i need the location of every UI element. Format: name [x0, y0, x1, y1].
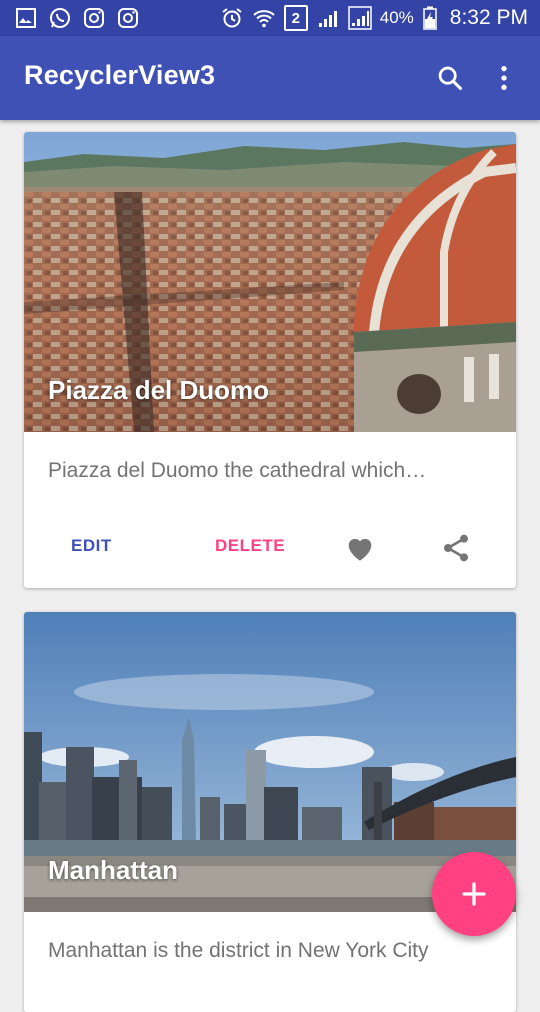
delete-button[interactable]: DELETE — [215, 536, 285, 556]
battery-charging-icon — [423, 6, 437, 30]
sim-slot-badge: 2 — [283, 5, 308, 31]
app-bar: RecyclerView3 — [0, 36, 540, 120]
add-fab-button[interactable] — [432, 852, 516, 936]
favorite-button[interactable] — [342, 530, 378, 566]
more-vert-icon — [501, 66, 507, 90]
card-title: Piazza del Duomo — [48, 375, 270, 405]
edit-button[interactable]: EDIT — [71, 536, 112, 556]
search-icon — [438, 66, 463, 91]
alarm-icon — [222, 8, 242, 28]
share-button[interactable] — [438, 530, 474, 566]
card-description: Manhattan is the district in New York Ci… — [48, 939, 429, 962]
card-image-florence: Piazza del Duomo — [24, 132, 516, 432]
card-actions: EDIT DELETE — [24, 524, 516, 572]
instagram-icon — [84, 8, 104, 28]
overflow-menu-button[interactable] — [488, 62, 520, 94]
signal-icon — [318, 11, 337, 27]
wifi-icon — [253, 10, 275, 28]
gallery-icon — [16, 8, 36, 28]
search-button[interactable] — [434, 62, 466, 94]
card-description: Piazza del Duomo the cathedral which… — [48, 459, 427, 482]
share-icon — [444, 534, 468, 562]
card-title: Manhattan — [48, 855, 178, 885]
card-manhattan[interactable]: Manhattan Manhattan is the district in N… — [24, 612, 516, 1012]
status-bar: 2 40% 8:32 PM — [0, 0, 540, 36]
battery-percent: 40% — [379, 8, 414, 27]
heart-icon — [348, 538, 372, 561]
app-title: RecyclerView3 — [24, 60, 216, 90]
status-time: 8:32 PM — [449, 6, 528, 29]
plus-icon — [462, 882, 486, 906]
signal-icon — [348, 6, 372, 30]
instagram-icon — [118, 8, 138, 28]
whatsapp-icon — [50, 8, 70, 28]
card-piazza-del-duomo[interactable]: Piazza del Duomo Piazza del Duomo the ca… — [24, 132, 516, 588]
